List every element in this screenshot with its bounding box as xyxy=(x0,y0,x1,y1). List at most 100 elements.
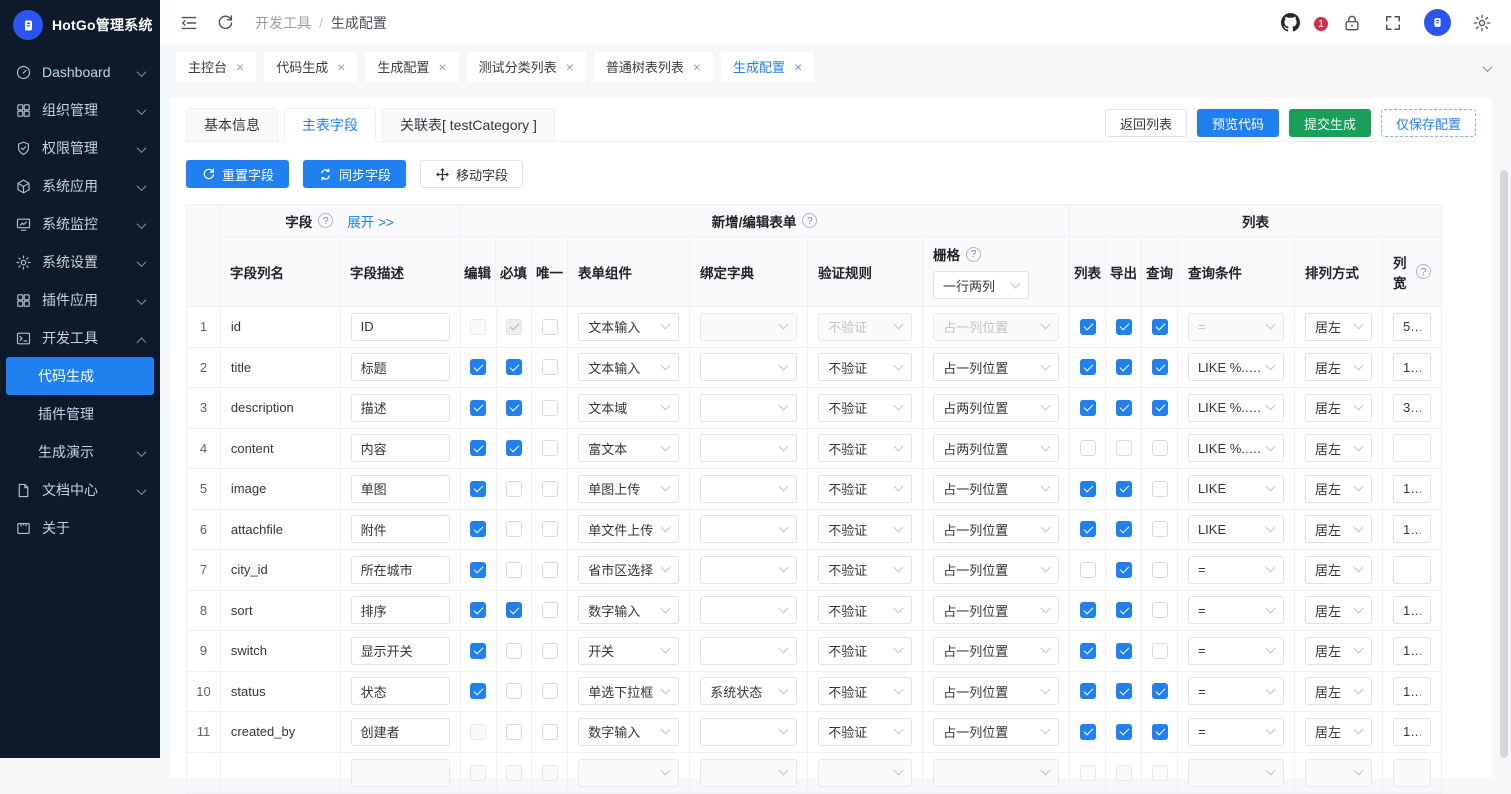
form-component-select[interactable]: 单图上传 xyxy=(578,475,679,503)
align-select[interactable]: 居左 xyxy=(1305,596,1372,624)
export-checkbox[interactable] xyxy=(1116,319,1132,335)
query-condition-select[interactable]: LIKE %...% xyxy=(1188,353,1284,381)
list-checkbox[interactable] xyxy=(1080,359,1096,375)
help-icon[interactable]: ? xyxy=(1416,264,1431,279)
close-tab-icon[interactable]: × xyxy=(337,60,345,74)
grid-span-select[interactable]: 占一列位置 xyxy=(933,475,1059,503)
align-select[interactable]: 居左 xyxy=(1305,515,1372,543)
align-select[interactable]: 居左 xyxy=(1305,313,1372,341)
sidebar-item-permission-manage[interactable]: 权限管理 xyxy=(0,129,160,167)
list-checkbox[interactable] xyxy=(1080,319,1096,335)
align-select[interactable]: 居左 xyxy=(1305,434,1372,462)
validate-rule-select[interactable]: 不验证 xyxy=(818,718,912,746)
sidebar-item-plugin-app[interactable]: 插件应用 xyxy=(0,281,160,319)
query-condition-select[interactable]: = xyxy=(1188,677,1284,705)
validate-rule-select[interactable]: 不验证 xyxy=(818,637,912,665)
export-checkbox[interactable] xyxy=(1116,400,1132,416)
query-checkbox[interactable] xyxy=(1152,683,1168,699)
grid-span-select[interactable]: 占一列位置 xyxy=(933,313,1059,341)
query-checkbox[interactable] xyxy=(1152,724,1168,740)
column-width-input[interactable]: 100 xyxy=(1393,677,1431,705)
close-tab-icon[interactable]: × xyxy=(438,60,446,74)
query-checkbox[interactable] xyxy=(1152,521,1168,537)
form-component-select[interactable]: 文本输入 xyxy=(578,353,679,381)
breadcrumb-section[interactable]: 开发工具 xyxy=(255,13,311,33)
unique-checkbox[interactable] xyxy=(542,440,558,456)
validate-rule-select[interactable]: 不验证 xyxy=(818,677,912,705)
dict-select[interactable] xyxy=(700,759,797,787)
validate-rule-select[interactable]: 不验证 xyxy=(818,434,912,462)
list-checkbox[interactable] xyxy=(1080,440,1096,456)
edit-checkbox[interactable] xyxy=(470,602,486,618)
close-tab-icon[interactable]: × xyxy=(566,60,574,74)
grid-span-select[interactable]: 占一列位置 xyxy=(933,637,1059,665)
query-condition-select[interactable]: = xyxy=(1188,596,1284,624)
query-condition-select[interactable]: LIKE %...% xyxy=(1188,434,1284,462)
field-desc-input[interactable] xyxy=(351,759,450,787)
list-checkbox[interactable] xyxy=(1080,562,1096,578)
required-checkbox[interactable] xyxy=(506,602,522,618)
unique-checkbox[interactable] xyxy=(542,602,558,618)
export-checkbox[interactable] xyxy=(1116,562,1132,578)
query-checkbox[interactable] xyxy=(1152,562,1168,578)
grid-span-select[interactable]: 占一列位置 xyxy=(933,515,1059,543)
grid-span-select[interactable]: 占一列位置 xyxy=(933,718,1059,746)
required-checkbox[interactable] xyxy=(506,562,522,578)
form-component-select[interactable]: 省市区选择 xyxy=(578,556,679,584)
validate-rule-select[interactable]: 不验证 xyxy=(818,353,912,381)
avatar[interactable] xyxy=(1424,9,1451,36)
field-desc-input[interactable]: ID xyxy=(351,313,450,341)
back-to-list-button[interactable]: 返回列表 xyxy=(1105,109,1187,137)
list-checkbox[interactable] xyxy=(1080,643,1096,659)
github-icon[interactable] xyxy=(1281,13,1300,32)
close-tab-icon[interactable]: × xyxy=(236,60,244,74)
edit-checkbox[interactable] xyxy=(470,562,486,578)
list-checkbox[interactable] xyxy=(1080,481,1096,497)
export-checkbox[interactable] xyxy=(1116,481,1132,497)
export-checkbox[interactable] xyxy=(1116,440,1132,456)
query-checkbox[interactable] xyxy=(1152,602,1168,618)
align-select[interactable]: 居左 xyxy=(1305,353,1372,381)
form-component-select[interactable]: 开关 xyxy=(578,637,679,665)
page-tab-5[interactable]: 生成配置× xyxy=(721,52,814,82)
field-desc-input[interactable]: 所在城市 xyxy=(351,556,450,584)
required-checkbox[interactable] xyxy=(506,683,522,699)
field-desc-input[interactable]: 排序 xyxy=(351,596,450,624)
list-checkbox[interactable] xyxy=(1080,683,1096,699)
close-tab-icon[interactable]: × xyxy=(794,60,802,74)
unique-checkbox[interactable] xyxy=(542,683,558,699)
dict-select[interactable] xyxy=(700,515,797,543)
list-checkbox[interactable] xyxy=(1080,521,1096,537)
query-checkbox[interactable] xyxy=(1152,440,1168,456)
query-checkbox[interactable] xyxy=(1152,400,1168,416)
unique-checkbox[interactable] xyxy=(542,562,558,578)
move-fields-button[interactable]: 移动字段 xyxy=(420,160,523,188)
column-width-input[interactable]: 150 xyxy=(1393,353,1431,381)
refresh-icon[interactable] xyxy=(215,13,235,33)
query-checkbox[interactable] xyxy=(1152,319,1168,335)
required-checkbox[interactable] xyxy=(506,400,522,416)
preview-code-button[interactable]: 预览代码 xyxy=(1197,109,1279,137)
unique-checkbox[interactable] xyxy=(542,319,558,335)
validate-rule-select[interactable]: 不验证 xyxy=(818,394,912,422)
export-checkbox[interactable] xyxy=(1116,724,1132,740)
column-width-input[interactable]: 100 xyxy=(1393,475,1431,503)
help-icon[interactable]: ? xyxy=(966,247,981,262)
query-condition-select[interactable]: LIKE %...% xyxy=(1188,394,1284,422)
sidebar-item-gen-demo[interactable]: 生成演示 xyxy=(0,433,160,471)
breadcrumb-page[interactable]: 生成配置 xyxy=(331,13,387,33)
required-checkbox[interactable] xyxy=(506,724,522,740)
field-desc-input[interactable]: 创建者 xyxy=(351,718,450,746)
help-icon[interactable]: ? xyxy=(802,213,817,228)
save-config-only-button[interactable]: 仅保存配置 xyxy=(1381,109,1476,137)
sidebar-item-doc-center[interactable]: 文档中心 xyxy=(0,471,160,509)
unique-checkbox[interactable] xyxy=(542,400,558,416)
page-tab-0[interactable]: 主控台× xyxy=(176,52,256,82)
export-checkbox[interactable] xyxy=(1116,602,1132,618)
dict-select[interactable] xyxy=(700,637,797,665)
query-condition-select[interactable]: = xyxy=(1188,313,1284,341)
grid-span-select[interactable]: 占一列位置 xyxy=(933,353,1059,381)
sidebar-item-dev-tools[interactable]: 开发工具 xyxy=(0,319,160,357)
edit-checkbox[interactable] xyxy=(470,440,486,456)
column-width-input[interactable] xyxy=(1393,759,1431,787)
